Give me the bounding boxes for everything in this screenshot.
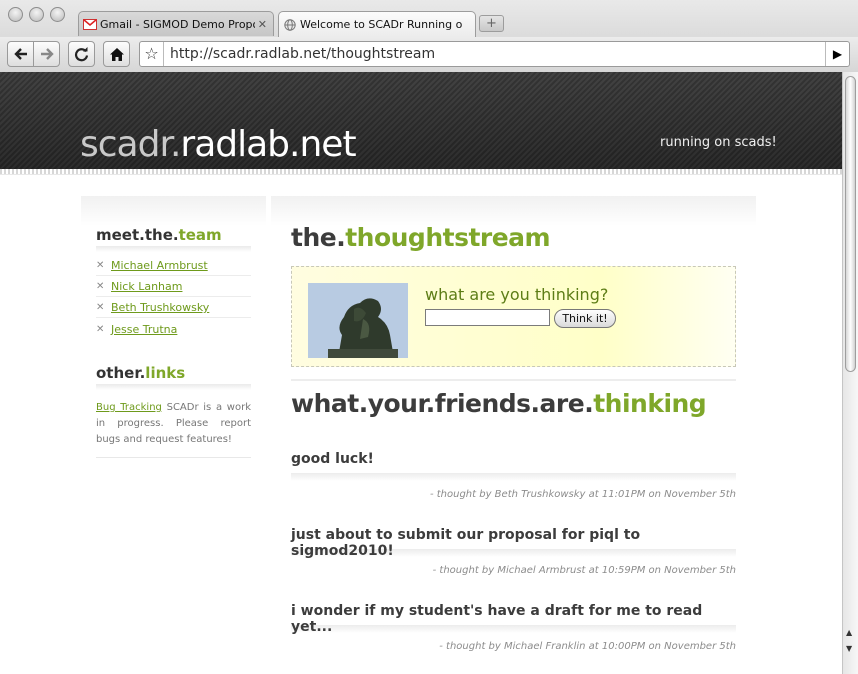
x-bullet-icon: ✕ bbox=[96, 260, 105, 271]
back-button[interactable] bbox=[7, 41, 34, 67]
team-member-link[interactable]: Beth Trushkowsky bbox=[111, 301, 209, 314]
friends-heading: what.your.friends.are.thinking bbox=[291, 389, 707, 418]
think-it-button[interactable]: Think it! bbox=[554, 309, 616, 328]
team-member-link[interactable]: Nick Lanham bbox=[111, 280, 182, 293]
links-heading: other.links bbox=[96, 364, 185, 382]
main-content: the.thoughtstream what are you thinking?… bbox=[271, 196, 756, 674]
forward-button[interactable] bbox=[33, 41, 60, 67]
page-title-a: the. bbox=[291, 223, 346, 252]
site-tagline: running on scads! bbox=[660, 135, 777, 150]
tab-title: Gmail - SIGMOD Demo Propo bbox=[100, 17, 255, 31]
site-title-part1: scadr. bbox=[80, 124, 181, 165]
plus-icon: + bbox=[486, 16, 497, 31]
thought-meta: - thought by Michael Franklin at 10:00PM… bbox=[439, 641, 736, 652]
browser-chrome: Gmail - SIGMOD Demo Propo ✕ Welcome to S… bbox=[0, 0, 858, 72]
close-window-button[interactable] bbox=[8, 7, 23, 22]
address-bar[interactable]: ☆ http://scadr.radlab.net/thoughtstream … bbox=[139, 41, 850, 67]
think-box: what are you thinking? Think it! bbox=[291, 266, 736, 367]
sidebar: meet.the.team ✕ Michael Armbrust ✕ Nick … bbox=[81, 196, 266, 596]
thinker-statue-image bbox=[308, 283, 408, 358]
think-prompt: what are you thinking? bbox=[425, 285, 609, 304]
thought-band bbox=[291, 625, 736, 633]
home-icon bbox=[109, 47, 124, 61]
thought-meta: - thought by Beth Trushkowsky at 11:01PM… bbox=[429, 489, 736, 500]
thought-item: i wonder if my student's have a draft fo… bbox=[291, 603, 736, 652]
x-bullet-icon: ✕ bbox=[96, 323, 105, 335]
thought-item: just about to submit our proposal for pi… bbox=[291, 527, 736, 576]
bookmark-star-icon[interactable]: ☆ bbox=[140, 42, 164, 66]
url-text[interactable]: http://scadr.radlab.net/thoughtstream bbox=[164, 46, 825, 62]
team-member: ✕ Nick Lanham bbox=[96, 277, 251, 297]
links-heading-a: other. bbox=[96, 364, 146, 382]
friends-heading-b: thinking bbox=[593, 389, 707, 418]
back-arrow-icon bbox=[13, 48, 27, 60]
page-title: the.thoughtstream bbox=[291, 223, 551, 252]
reload-icon bbox=[74, 46, 89, 61]
header-stripe bbox=[0, 169, 842, 175]
section-divider bbox=[291, 379, 736, 381]
globe-icon bbox=[283, 18, 297, 31]
tab-gmail[interactable]: Gmail - SIGMOD Demo Propo ✕ bbox=[78, 11, 274, 36]
zoom-window-button[interactable] bbox=[50, 7, 65, 22]
scroll-up-icon[interactable]: ▲ bbox=[846, 628, 852, 637]
tab-scadr[interactable]: Welcome to SCADr Running o bbox=[278, 11, 476, 37]
links-heading-rule bbox=[96, 384, 251, 390]
team-member-link[interactable]: Michael Armbrust bbox=[111, 259, 208, 272]
team-member: ✕ Beth Trushkowsky bbox=[96, 298, 251, 318]
links-description: Bug Tracking SCADr is a work in progress… bbox=[96, 400, 251, 448]
gmail-icon bbox=[83, 18, 97, 30]
team-heading-a: meet.the. bbox=[96, 226, 179, 244]
scroll-down-icon[interactable]: ▼ bbox=[846, 644, 852, 653]
home-button[interactable] bbox=[103, 41, 130, 67]
toolbar: ☆ http://scadr.radlab.net/thoughtstream … bbox=[0, 37, 858, 72]
reload-button[interactable] bbox=[68, 41, 95, 67]
thought-input[interactable] bbox=[425, 309, 550, 326]
minimize-window-button[interactable] bbox=[29, 7, 44, 22]
thought-meta: - thought by Michael Armbrust at 10:59PM… bbox=[432, 565, 736, 576]
thought-text: just about to submit our proposal for pi… bbox=[291, 527, 641, 559]
team-member-link[interactable]: Jesse Trutna bbox=[111, 323, 177, 336]
scrollbar-thumb[interactable] bbox=[845, 76, 856, 372]
team-member: ✕ Jesse Trutna bbox=[96, 319, 251, 339]
new-tab-button[interactable]: + bbox=[479, 15, 504, 32]
vertical-scrollbar[interactable]: ▲ ▼ bbox=[842, 72, 858, 674]
links-rule bbox=[96, 457, 251, 458]
go-arrow-icon[interactable]: ▶ bbox=[825, 42, 849, 66]
team-heading-b: team bbox=[178, 226, 222, 244]
thought-item: good luck! - thought by Beth Trushkowsky… bbox=[291, 451, 736, 500]
page-title-b: thoughtstream bbox=[345, 223, 551, 252]
team-member: ✕ Michael Armbrust bbox=[96, 256, 251, 276]
site-title-part2: radlab.net bbox=[180, 124, 356, 165]
thought-text: good luck! bbox=[291, 451, 374, 467]
links-heading-b: links bbox=[145, 364, 186, 382]
friends-heading-a: what.your.friends.are. bbox=[291, 389, 594, 418]
x-bullet-icon: ✕ bbox=[96, 302, 105, 313]
thought-band bbox=[291, 473, 736, 481]
x-bullet-icon: ✕ bbox=[96, 281, 105, 292]
bug-tracking-link[interactable]: Bug Tracking bbox=[96, 402, 162, 413]
forward-arrow-icon bbox=[40, 48, 54, 60]
team-heading: meet.the.team bbox=[96, 226, 222, 244]
thought-text: i wonder if my student's have a draft fo… bbox=[291, 603, 703, 635]
team-heading-rule bbox=[96, 246, 251, 252]
tab-close-icon[interactable]: ✕ bbox=[258, 18, 267, 31]
page-viewport: scadr.radlab.net running on scads! meet.… bbox=[0, 72, 842, 674]
tab-title: Welcome to SCADr Running o bbox=[300, 18, 463, 31]
site-title[interactable]: scadr.radlab.net bbox=[80, 124, 357, 165]
